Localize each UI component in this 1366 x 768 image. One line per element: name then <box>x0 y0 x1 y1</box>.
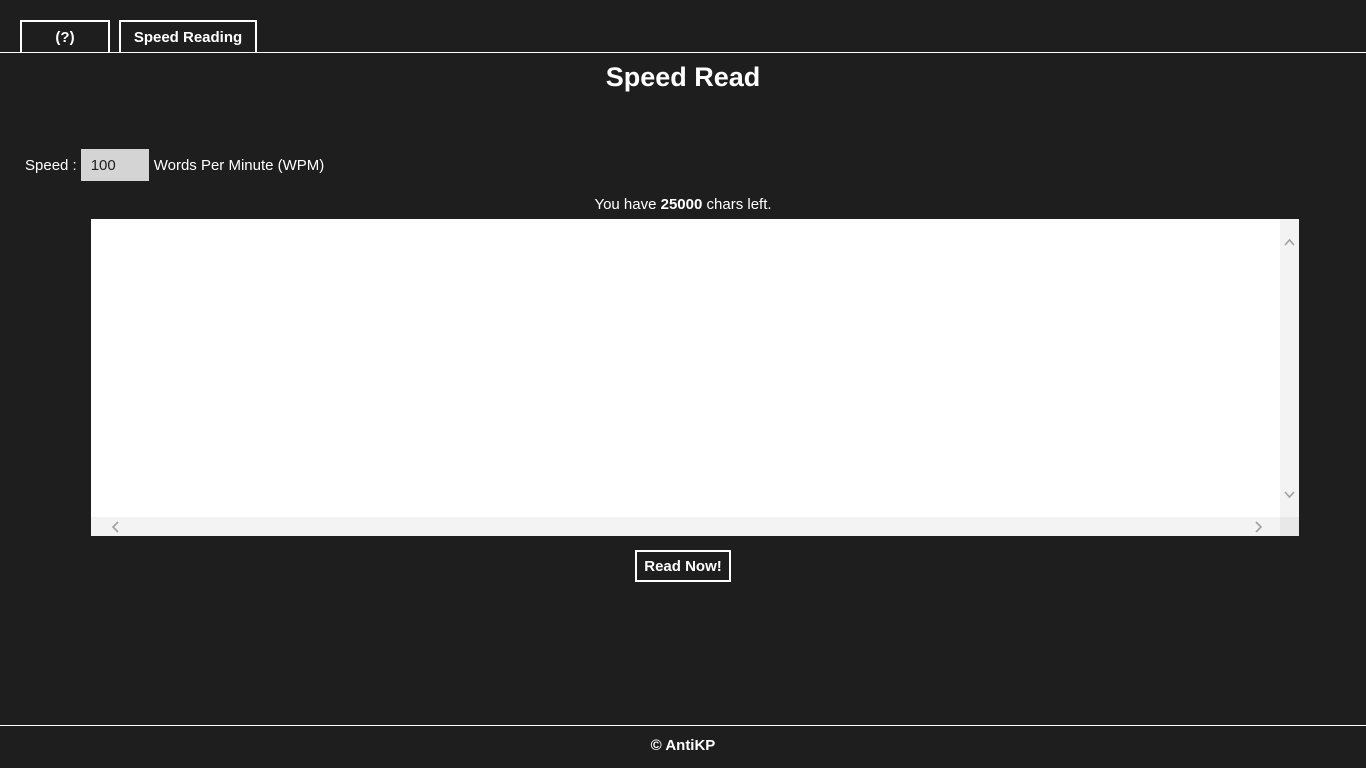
footer-copyright: © AntiKP <box>650 737 716 754</box>
page-title: Speed Read <box>605 62 761 92</box>
chars-left-text: You have 25000 chars left. <box>0 196 1366 213</box>
app-window: (?) Speed Reading Speed Read Speed : Wor… <box>0 0 1366 768</box>
speed-row: Speed : Words Per Minute (WPM) <box>25 149 324 181</box>
text-input[interactable] <box>91 219 1280 517</box>
chevron-up-icon[interactable] <box>1280 232 1299 251</box>
tab-help[interactable]: (?) <box>20 20 110 52</box>
chevron-right-icon[interactable] <box>1249 517 1268 536</box>
chevron-left-icon[interactable] <box>105 517 124 536</box>
chars-left-count: 25000 <box>660 196 703 213</box>
scrollbar-corner <box>1280 517 1299 536</box>
top-divider <box>0 52 1366 53</box>
read-now-button[interactable]: Read Now! <box>635 550 731 582</box>
chevron-down-icon[interactable] <box>1280 485 1299 504</box>
bottom-divider <box>0 725 1366 726</box>
speed-label: Speed : <box>25 156 77 174</box>
chars-left-suffix: chars left. <box>706 196 772 213</box>
tab-help-label: (?) <box>55 28 75 46</box>
speed-input[interactable] <box>80 149 149 181</box>
tab-speed-reading[interactable]: Speed Reading <box>119 20 257 52</box>
text-box <box>91 219 1299 536</box>
tab-speed-reading-label: Speed Reading <box>133 28 243 46</box>
wpm-label: Words Per Minute (WPM) <box>153 156 325 174</box>
vertical-scrollbar[interactable] <box>1280 219 1299 517</box>
footer: © AntiKP <box>0 737 1366 754</box>
horizontal-scrollbar[interactable] <box>91 517 1280 536</box>
chars-left-prefix: You have <box>594 196 657 213</box>
